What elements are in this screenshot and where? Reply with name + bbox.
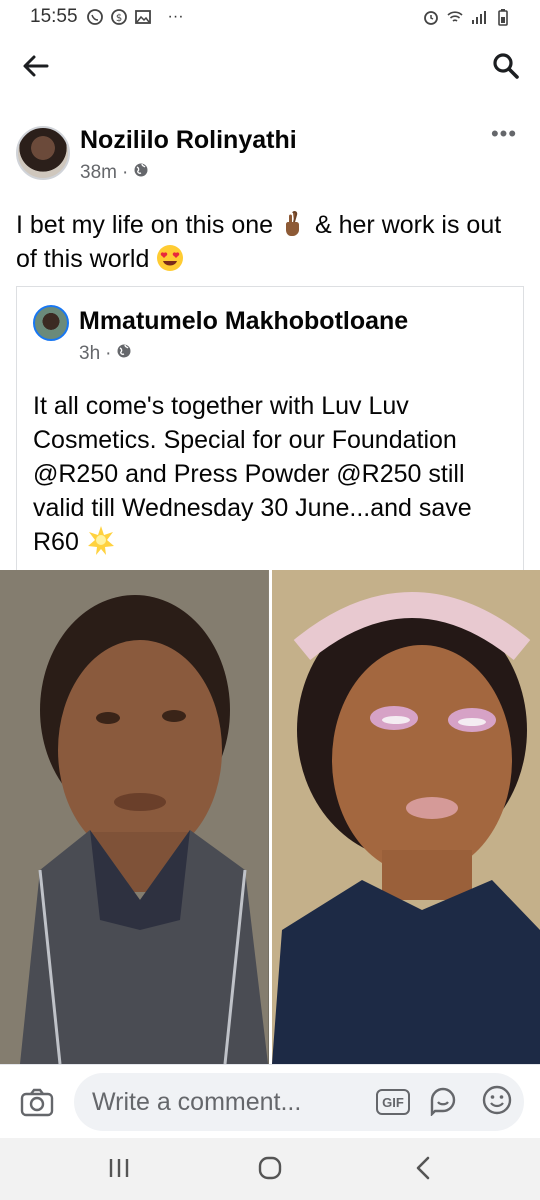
status-system-icons	[422, 8, 512, 26]
shared-post-time[interactable]: 3h	[79, 343, 100, 365]
system-nav-bar	[0, 1138, 540, 1200]
author-avatar[interactable]	[16, 126, 70, 180]
comment-bar: Write a comment... GIF	[0, 1064, 540, 1138]
status-time: 15:55	[30, 6, 78, 27]
shared-author-avatar[interactable]	[33, 305, 69, 341]
recents-button[interactable]	[104, 1158, 134, 1182]
photo-before-makeup[interactable]	[0, 570, 269, 1064]
status-notification-icons: $ ···	[86, 8, 184, 26]
emoji-button[interactable]	[480, 1085, 514, 1119]
camera-icon	[20, 1087, 54, 1122]
battery-icon	[494, 8, 512, 26]
post-text: I bet my life on this one & her work is …	[16, 208, 524, 276]
meta-separator: ·	[105, 343, 112, 364]
crossed-fingers-icon	[280, 210, 308, 238]
post-meta: 38m ·	[80, 162, 149, 184]
search-button[interactable]	[486, 48, 526, 88]
home-icon	[257, 1155, 283, 1186]
arrow-left-icon	[21, 51, 51, 86]
system-back-button[interactable]	[408, 1156, 438, 1184]
camera-button[interactable]	[18, 1085, 56, 1123]
photo-collage	[0, 570, 540, 1064]
search-icon	[491, 51, 521, 86]
comment-input[interactable]: Write a comment... GIF	[74, 1073, 524, 1131]
status-bar: 15:55 $ ···	[0, 0, 540, 34]
gif-button[interactable]: GIF	[376, 1089, 410, 1115]
globe-icon	[116, 343, 132, 365]
post-time[interactable]: 38m	[80, 162, 117, 184]
wifi-icon	[446, 8, 464, 26]
signal-icon	[470, 8, 488, 26]
sticker-button[interactable]	[426, 1085, 460, 1119]
whatsapp-icon	[86, 8, 104, 26]
shared-post-text: It all come's together with Luv Luv Cosm…	[33, 389, 513, 559]
shared-post-card[interactable]: Mmatumelo Makhobotloane 3h · It all come…	[16, 286, 524, 570]
alarm-icon	[422, 8, 440, 26]
chevron-left-icon	[412, 1155, 434, 1186]
post-text-part1: I bet my life on this one	[16, 211, 274, 239]
heart-eyes-icon	[156, 244, 184, 272]
shared-author-name[interactable]: Mmatumelo Makhobotloane	[79, 307, 408, 336]
home-button[interactable]	[255, 1156, 285, 1184]
author-name[interactable]: Nozililo Rolinyathi	[80, 126, 297, 155]
more-notifications-icon: ···	[167, 8, 184, 25]
svg-text:$: $	[115, 13, 121, 24]
gallery-icon	[134, 8, 152, 26]
meta-separator: ·	[121, 162, 129, 183]
globe-icon	[133, 162, 149, 184]
sticker-icon	[427, 1084, 459, 1121]
post-header: Nozililo Rolinyathi 38m · •••	[16, 121, 524, 188]
smiley-icon	[481, 1084, 513, 1121]
comment-placeholder: Write a comment...	[92, 1088, 302, 1116]
back-button[interactable]	[16, 48, 56, 88]
sparkle-icon	[86, 525, 114, 555]
shared-post-meta: 3h ·	[79, 343, 132, 365]
currency-icon: $	[110, 8, 128, 26]
post-options-button[interactable]: •••	[484, 121, 524, 146]
top-nav	[0, 40, 540, 92]
photo-after-makeup[interactable]	[271, 570, 540, 1064]
recents-icon	[107, 1157, 131, 1184]
